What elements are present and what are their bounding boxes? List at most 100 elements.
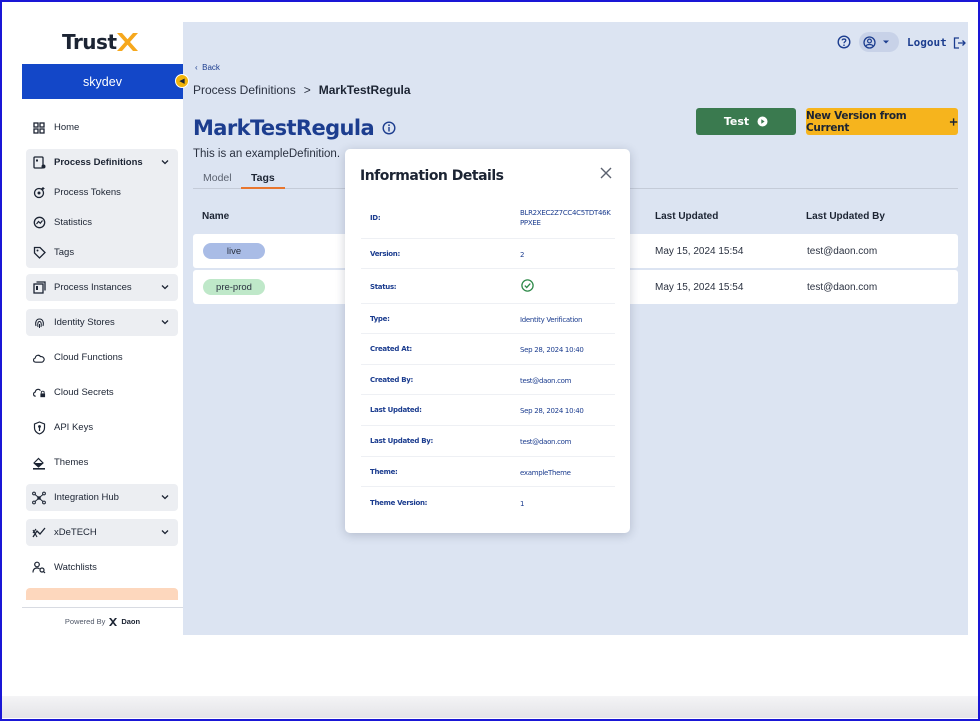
daon-brand-text: Daon <box>121 617 141 626</box>
logo-text: Trust <box>62 30 117 54</box>
detail-value: BLR2XEC2Z7CC4C5TDT46KPPXEE <box>520 209 611 227</box>
chevron-up-icon <box>161 160 169 165</box>
sidebar-item-cloud-secrets[interactable]: Cloud Secrets <box>26 379 178 406</box>
tab-model[interactable]: Model <box>203 172 232 184</box>
tab-tags[interactable]: Tags <box>251 172 275 184</box>
sidebar-item-identity-stores[interactable]: Identity Stores <box>26 309 178 336</box>
sidebar-item-label: Themes <box>54 457 89 468</box>
detail-value: 1 <box>520 500 525 508</box>
sidebar-item-label: Cloud Secrets <box>54 387 114 398</box>
sidebar-item-integration-hub[interactable]: Integration Hub <box>26 484 178 511</box>
detail-label: Type: <box>370 315 390 323</box>
logo-x-mark-icon <box>117 33 138 51</box>
trustx-logo[interactable]: Trust <box>62 30 138 54</box>
powered-by-footer: Powered By Daon <box>22 607 183 635</box>
detail-value: Sep 28, 2024 10:40 <box>520 346 584 354</box>
logout-label: Logout <box>907 36 947 49</box>
info-icon[interactable] <box>382 121 396 135</box>
sidebar-item-api-keys[interactable]: API Keys <box>26 414 178 441</box>
sidebar-item-tags[interactable]: Tags <box>26 239 178 266</box>
sidebar-collapse-button[interactable]: ◀ <box>175 74 189 88</box>
tag-badge-pre-prod: pre-prod <box>203 279 265 295</box>
sidebar-item-label: Statistics <box>54 217 93 228</box>
logout-button[interactable]: Logout <box>907 36 966 49</box>
detail-label: Created At: <box>370 345 412 353</box>
new-version-button[interactable]: New Version from Current <box>806 108 958 135</box>
detail-label: ID: <box>370 214 381 222</box>
sidebar-item-xdetech[interactable]: xDeTECH <box>26 519 178 546</box>
sidebar-item-label: Identity Stores <box>54 317 115 328</box>
column-header-name[interactable]: Name <box>202 211 229 222</box>
row-last-updated: May 15, 2024 15:54 <box>655 246 744 257</box>
detail-value: test@daon.com <box>520 377 572 385</box>
sidebar-item-label: Process Instances <box>54 282 132 293</box>
sidebar-item-cloud-functions[interactable]: Cloud Functions <box>26 344 178 371</box>
sidebar-item-label: Cloud Functions <box>54 352 123 363</box>
xdetech-icon <box>32 526 46 540</box>
detail-value: Sep 28, 2024 10:40 <box>520 407 584 415</box>
new-version-label: New Version from Current <box>806 109 907 134</box>
user-menu-button[interactable] <box>859 32 899 52</box>
sidebar-item-label: Process Tokens <box>54 187 121 198</box>
detail-row-created-by: Created By: test@daon.com <box>361 365 615 395</box>
sidebar-item-label: API Keys <box>54 422 94 433</box>
row-last-updated-by: test@daon.com <box>807 246 878 257</box>
information-details-dialog: Information Details ID: BLR2XEC2Z7CC4C5T… <box>345 149 630 533</box>
chevron-down-icon <box>161 285 169 290</box>
chevron-down-icon <box>161 320 169 325</box>
chevron-down-icon <box>161 495 169 500</box>
powered-by-label: Powered By <box>64 617 106 626</box>
tag-icon <box>32 246 46 260</box>
detail-row-id: ID: BLR2XEC2Z7CC4C5TDT46KPPXEE <box>361 199 615 239</box>
sidebar-item-label: Tags <box>54 247 75 258</box>
hub-icon <box>32 491 46 505</box>
breadcrumb-current: MarkTestRegula <box>318 83 411 97</box>
column-header-last-updated-by[interactable]: Last Updated By <box>806 211 885 222</box>
detail-row-theme-version: Theme Version: 1 <box>361 487 615 518</box>
bottom-scroll-area <box>2 696 978 718</box>
paint-bucket-icon <box>32 456 46 470</box>
back-chevron-icon: ‹ <box>195 63 198 72</box>
statistics-icon <box>32 216 46 230</box>
key-shield-icon <box>32 420 46 435</box>
sidebar-item-process-definitions[interactable]: Process Definitions <box>26 149 178 176</box>
sidebar-item-label: Watchlists <box>54 562 97 573</box>
breadcrumb-separator: > <box>303 83 311 97</box>
environment-name: skydev <box>83 74 122 89</box>
help-icon[interactable] <box>837 35 851 49</box>
environment-selector[interactable]: skydev <box>22 64 183 99</box>
breadcrumb-parent[interactable]: Process Definitions <box>193 83 296 97</box>
status-check-icon <box>521 279 534 292</box>
sidebar-item-watchlists[interactable]: Watchlists <box>26 554 178 581</box>
detail-row-status: Status: <box>361 269 615 304</box>
detail-row-last-updated-by: Last Updated By: test@daon.com <box>361 426 615 457</box>
back-label: Back <box>202 63 220 72</box>
test-button-label: Test <box>723 115 750 128</box>
detail-label: Theme Version: <box>370 499 428 507</box>
detail-row-created-at: Created At: Sep 28, 2024 10:40 <box>361 334 615 365</box>
column-header-last-updated[interactable]: Last Updated <box>655 211 718 222</box>
detail-label: Version: <box>370 250 400 258</box>
row-last-updated: May 15, 2024 15:54 <box>655 282 744 293</box>
test-button[interactable]: Test <box>696 108 796 135</box>
sidebar-item-process-instances[interactable]: Process Instances <box>26 274 178 301</box>
page-title-text: MarkTestRegula <box>193 116 375 140</box>
sidebar-item-statistics[interactable]: Statistics <box>26 209 178 236</box>
sidebar-item-themes[interactable]: Themes <box>26 449 178 476</box>
sidebar-item-home[interactable]: Home <box>26 114 178 141</box>
detail-row-last-updated: Last Updated: Sep 28, 2024 10:40 <box>361 395 615 426</box>
sidebar-item-label: Integration Hub <box>54 492 119 503</box>
sidebar-item-label: Home <box>54 122 80 133</box>
user-avatar-icon <box>863 35 876 49</box>
daon-x-logo-icon <box>109 617 118 626</box>
active-tab-indicator <box>241 187 285 189</box>
play-circle-icon <box>757 116 768 127</box>
close-icon[interactable] <box>599 166 613 180</box>
back-link[interactable]: ‹ Back <box>195 63 220 72</box>
sidebar-item-label: Process Definitions <box>54 157 143 168</box>
cloud-icon <box>32 351 46 365</box>
process-instances-icon <box>32 281 46 295</box>
detail-value: Identity Verification <box>520 316 583 324</box>
tag-badge-live: live <box>203 243 265 259</box>
sidebar-item-process-tokens[interactable]: Process Tokens <box>26 179 178 206</box>
